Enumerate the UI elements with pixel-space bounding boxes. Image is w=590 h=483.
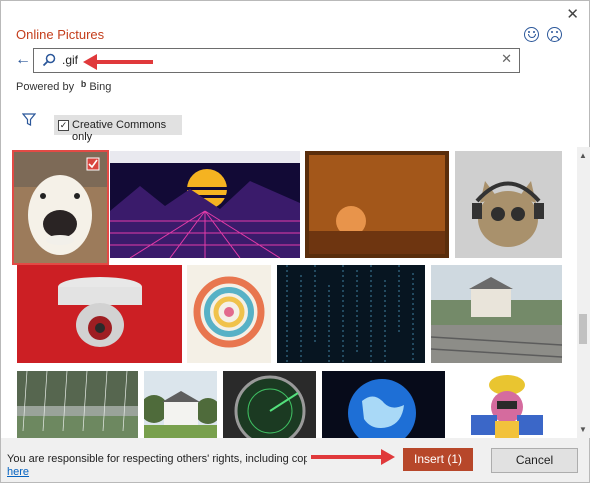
frown-feedback-icon[interactable] bbox=[547, 27, 562, 42]
thumbnail-cartoon-robot[interactable] bbox=[451, 371, 562, 438]
bing-logo-icon: ᵇ bbox=[81, 78, 87, 93]
creative-commons-label: Creative Commons only bbox=[72, 119, 167, 143]
thumbnail-security-camera-red[interactable] bbox=[17, 265, 182, 363]
thumbnail-orange-moon-dusk[interactable] bbox=[305, 151, 449, 258]
annotation-arrow-search bbox=[83, 54, 153, 70]
thumbnail-blue-globe[interactable] bbox=[322, 371, 445, 438]
creative-commons-toggle[interactable]: ✓ Creative Commons only bbox=[54, 115, 182, 143]
thumbnail-train-station[interactable] bbox=[431, 265, 562, 363]
search-input[interactable]: .gif bbox=[62, 53, 78, 67]
scrollbar-thumb[interactable] bbox=[579, 314, 587, 344]
powered-by-label: Powered by bbox=[16, 81, 75, 93]
thumbnail-spiral-infographic[interactable] bbox=[187, 265, 271, 363]
thumbnail-retro-sunset-grid[interactable] bbox=[110, 151, 300, 258]
back-arrow-icon[interactable]: ← bbox=[15, 51, 31, 69]
copyright-link[interactable]: here bbox=[7, 466, 29, 478]
close-button[interactable]: ✕ bbox=[566, 5, 579, 23]
thumbnail-smiling-dog[interactable] bbox=[12, 150, 109, 265]
cancel-button[interactable]: Cancel bbox=[491, 448, 578, 473]
powered-by-bing: Powered by ᵇ Bing bbox=[16, 78, 111, 93]
thumbnail-radar-screen[interactable] bbox=[223, 371, 316, 438]
online-pictures-dialog: ✕ Online Pictures ← .gif ✕ Powered by ᵇ … bbox=[0, 0, 590, 483]
thumbnail-white-house-trees[interactable] bbox=[144, 371, 217, 438]
scroll-up-icon[interactable]: ▲ bbox=[579, 151, 587, 160]
results-grid bbox=[1, 147, 575, 438]
clear-search-icon[interactable]: ✕ bbox=[501, 51, 512, 67]
thumbnail-cat-headphones[interactable] bbox=[455, 151, 562, 258]
annotation-arrow-insert bbox=[311, 449, 395, 465]
thumbnail-matrix-code[interactable] bbox=[277, 265, 425, 363]
insert-button[interactable]: Insert (1) bbox=[403, 448, 473, 471]
smile-feedback-icon[interactable] bbox=[524, 27, 539, 42]
bing-label: Bing bbox=[89, 81, 112, 93]
scroll-down-icon[interactable]: ▼ bbox=[579, 425, 587, 434]
search-icon bbox=[42, 53, 56, 67]
results-scrollbar[interactable]: ▲ ▼ bbox=[577, 147, 590, 438]
creative-commons-checkbox[interactable]: ✓ bbox=[58, 120, 69, 131]
copyright-notice: You are responsible for respecting other… bbox=[7, 453, 307, 465]
filter-icon[interactable] bbox=[22, 113, 36, 127]
dialog-title: Online Pictures bbox=[16, 27, 105, 42]
thumbnail-rainy-forest[interactable] bbox=[17, 371, 138, 438]
